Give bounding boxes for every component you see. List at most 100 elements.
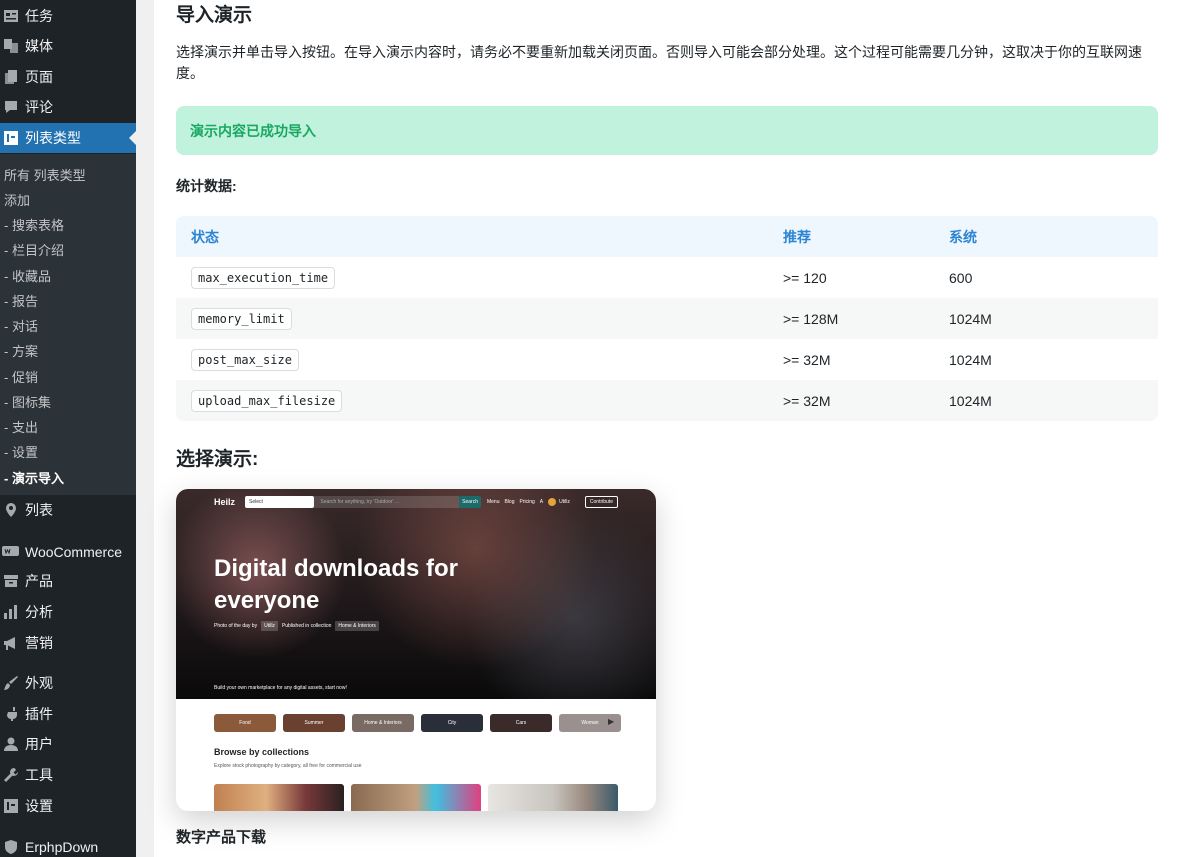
preview-category: City xyxy=(421,714,483,732)
recommended-value: >= 32M xyxy=(783,392,831,409)
preview-meta-prefix: Photo of the day by xyxy=(214,623,258,629)
menu-label: 用户 xyxy=(25,736,53,752)
system-value: 600 xyxy=(949,269,973,286)
table-header-row: 状态 推荐 系统 xyxy=(176,216,1158,257)
woocommerce-icon xyxy=(2,544,19,561)
media-icon xyxy=(2,38,19,55)
menu-label: 分析 xyxy=(25,604,53,620)
system-value: 1024M xyxy=(949,351,992,368)
preview-categories: Food Summer Home & Interiors City Cars W… xyxy=(214,714,621,732)
menu-label: 任务 xyxy=(25,8,53,24)
admin-sidebar: 任务 媒体 页面 评论 列表类型 所有 列表类型 添加 - 搜索表格 - 栏目介… xyxy=(0,0,136,857)
demo-preview-hero: Heilz Select Search for anything, try 'O… xyxy=(176,489,656,699)
submenu-item[interactable]: - 方案 xyxy=(4,341,38,360)
page-icon xyxy=(2,69,19,86)
table-row: max_execution_time >= 120 600 xyxy=(176,257,1158,298)
menu-label: ErphpDown xyxy=(25,839,99,855)
menu-item-list-types[interactable]: 列表类型 xyxy=(0,123,136,153)
list-types-submenu: 所有 列表类型 添加 - 搜索表格 - 栏目介绍 - 收藏品 - 报告 - 对话… xyxy=(0,154,136,495)
submenu-item[interactable]: - 促销 xyxy=(4,367,38,386)
preview-nav: Heilz Select Search for anything, try 'O… xyxy=(214,493,618,511)
submenu-item[interactable]: 添加 xyxy=(4,190,30,209)
preview-nav-link: Menu xyxy=(486,499,500,505)
menu-item-tools[interactable]: 工具 xyxy=(0,760,136,790)
stats-heading: 统计数据: xyxy=(176,178,237,194)
submenu-item[interactable]: - 栏目介绍 xyxy=(4,240,64,259)
menu-label: WooCommerce xyxy=(25,544,122,560)
submenu-item[interactable]: - 报告 xyxy=(4,291,38,310)
list-type-icon xyxy=(2,130,19,147)
recommended-value: >= 32M xyxy=(783,351,831,368)
page-title: 导入演示 xyxy=(176,5,253,26)
setting-name: max_execution_time xyxy=(191,266,336,289)
preview-user-initial: A xyxy=(539,499,544,505)
preview-nav-link: Pricing xyxy=(519,499,535,505)
shield-icon xyxy=(2,839,19,856)
table-row: post_max_size >= 32M 1024M xyxy=(176,339,1158,380)
column-header-system: 系统 xyxy=(949,228,977,245)
menu-label: 列表类型 xyxy=(25,130,81,146)
setting-name: memory_limit xyxy=(191,307,292,330)
submenu-item[interactable]: - 设置 xyxy=(4,442,38,461)
submenu-item[interactable]: - 支出 xyxy=(4,417,38,436)
submenu-item-demo-import[interactable]: - 演示导入 xyxy=(4,468,64,487)
preview-title: Digital downloads for everyone xyxy=(214,555,458,614)
menu-item-products[interactable]: 产品 xyxy=(0,566,136,596)
intro-text: 选择演示并单击导入按钮。在导入演示内容时，请务必不要重新加载关闭页面。否则导入可… xyxy=(176,44,1142,81)
product-icon xyxy=(2,573,19,590)
menu-label: 工具 xyxy=(25,767,53,783)
submenu-item[interactable]: - 对话 xyxy=(4,316,38,335)
megaphone-icon xyxy=(2,635,19,652)
menu-label: 插件 xyxy=(25,706,53,722)
preview-category: Cars xyxy=(490,714,552,732)
comment-icon xyxy=(2,99,19,116)
preview-collection-image xyxy=(488,784,618,811)
preview-meta-mid: Published in collection xyxy=(281,623,332,629)
table-row: upload_max_filesize >= 32M 1024M xyxy=(176,380,1158,421)
menu-item-listings[interactable]: 列表 xyxy=(0,495,136,525)
preview-browse-subtitle: Explore stock photography by category, a… xyxy=(214,763,362,769)
menu-item-erphpdown[interactable]: ErphpDown xyxy=(0,832,136,857)
stats-table: 状态 推荐 系统 max_execution_time >= 120 600 m… xyxy=(176,216,1158,421)
notice-text: 演示内容已成功导入 xyxy=(190,122,316,139)
menu-item-media[interactable]: 媒体 xyxy=(0,31,136,61)
preview-collections xyxy=(214,784,618,811)
submenu-item[interactable]: - 搜索表格 xyxy=(4,215,64,234)
setting-name: upload_max_filesize xyxy=(191,389,343,412)
preview-nav-link: Blog xyxy=(504,499,515,505)
menu-item-tasks[interactable]: 任务 xyxy=(0,1,136,31)
menu-label: 产品 xyxy=(25,573,53,589)
submenu-item[interactable]: - 收藏品 xyxy=(4,266,51,285)
preview-search-button: Search xyxy=(459,496,481,508)
demo-name: 数字产品下载 xyxy=(176,829,267,846)
tasks-icon xyxy=(2,8,19,25)
menu-item-pages[interactable]: 页面 xyxy=(0,62,136,92)
system-value: 1024M xyxy=(949,310,992,327)
column-header-status: 状态 xyxy=(191,228,219,245)
preview-select: Select xyxy=(245,496,315,508)
menu-item-users[interactable]: 用户 xyxy=(0,729,136,759)
submenu-item[interactable]: - 图标集 xyxy=(4,392,51,411)
submenu-item[interactable]: 所有 列表类型 xyxy=(4,165,86,184)
paintbrush-icon xyxy=(2,675,19,692)
menu-item-appearance[interactable]: 外观 xyxy=(0,668,136,698)
location-pin-icon xyxy=(2,502,19,519)
preview-collection-image xyxy=(214,784,344,811)
menu-item-comments[interactable]: 评论 xyxy=(0,92,136,122)
demo-card[interactable]: Heilz Select Search for anything, try 'O… xyxy=(176,489,656,811)
recommended-value: >= 128M xyxy=(783,310,839,327)
user-icon xyxy=(2,736,19,753)
menu-item-analytics[interactable]: 分析 xyxy=(0,597,136,627)
menu-item-marketing[interactable]: 营销 xyxy=(0,628,136,658)
table-row: memory_limit >= 128M 1024M xyxy=(176,298,1158,339)
preview-collection-image xyxy=(351,784,481,811)
preview-user-name: Utillz xyxy=(559,499,570,505)
preview-meta-author: Utillz xyxy=(261,621,278,631)
menu-item-settings[interactable]: 设置 xyxy=(0,791,136,821)
menu-item-woocommerce[interactable]: WooCommerce xyxy=(0,537,136,567)
preview-tagline: Build your own marketplace for any digit… xyxy=(214,685,347,691)
success-notice: 演示内容已成功导入 xyxy=(176,106,1158,155)
preview-search: Search for anything, try 'Outdoor' ... xyxy=(314,496,460,508)
menu-item-plugins[interactable]: 插件 xyxy=(0,699,136,729)
settings-icon xyxy=(2,798,19,815)
